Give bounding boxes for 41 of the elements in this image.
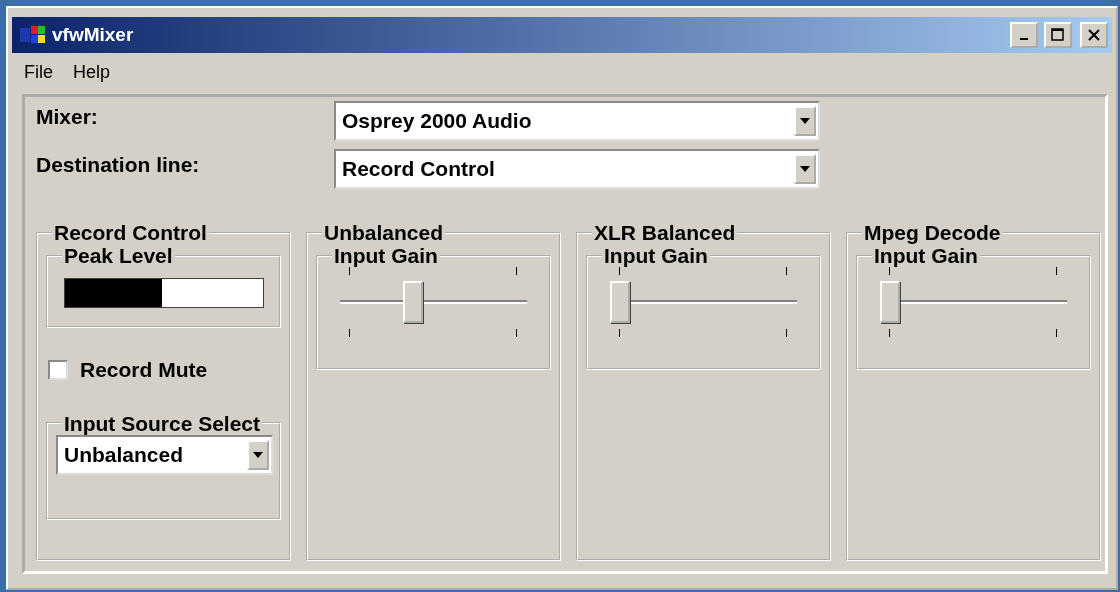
mixer-dropdown[interactable]: Osprey 2000 Audio <box>334 101 820 141</box>
dropdown-arrow-button[interactable] <box>794 106 816 136</box>
minimize-button[interactable] <box>1010 22 1038 48</box>
group-title: Record Control <box>53 221 208 245</box>
slider-thumb[interactable] <box>610 281 630 324</box>
gain-slider[interactable] <box>610 267 797 338</box>
slider-thumb[interactable] <box>403 281 424 324</box>
dropdown-arrow-button[interactable] <box>794 154 816 184</box>
group-title: Input Source Select <box>63 411 262 435</box>
group-title: Peak Level <box>63 244 174 268</box>
checkbox[interactable] <box>48 359 68 380</box>
group-title: XLR Balanced <box>593 221 737 245</box>
menu-item[interactable]: File <box>24 58 53 86</box>
caret-icon <box>800 166 810 172</box>
close-icon <box>1088 29 1100 41</box>
menu-item[interactable]: Help <box>73 58 111 86</box>
slider-thumb[interactable] <box>880 281 900 324</box>
field-label: Destination line: <box>36 152 201 178</box>
slider-track[interactable] <box>880 281 1067 324</box>
group-title: Input Gain <box>873 244 979 268</box>
source-dropdown[interactable]: Unbalanced <box>56 434 273 475</box>
dropdown-arrow-button[interactable] <box>247 439 269 470</box>
destination-dropdown[interactable]: Record Control <box>334 149 820 189</box>
window-title: vfwMixer <box>52 22 134 47</box>
maximize-icon <box>1051 28 1065 42</box>
minimize-icon <box>1020 38 1028 40</box>
app-icon <box>20 25 46 45</box>
group-title: Mpeg Decode <box>863 221 1002 245</box>
group-title: Input Gain <box>603 244 709 268</box>
field-label: Mixer: <box>36 104 99 130</box>
caret-icon <box>253 451 263 458</box>
close-button[interactable] <box>1080 22 1108 48</box>
gain-slider[interactable] <box>340 267 527 338</box>
slider-track[interactable] <box>610 281 797 324</box>
slider-track[interactable] <box>340 281 527 324</box>
caret-icon <box>800 118 810 124</box>
group-title: Unbalanced <box>323 221 445 245</box>
maximize-button[interactable] <box>1044 22 1072 48</box>
gain-slider[interactable] <box>880 267 1067 338</box>
checkbox-label: Record Mute <box>80 357 208 384</box>
group-title: Input Gain <box>333 244 439 268</box>
